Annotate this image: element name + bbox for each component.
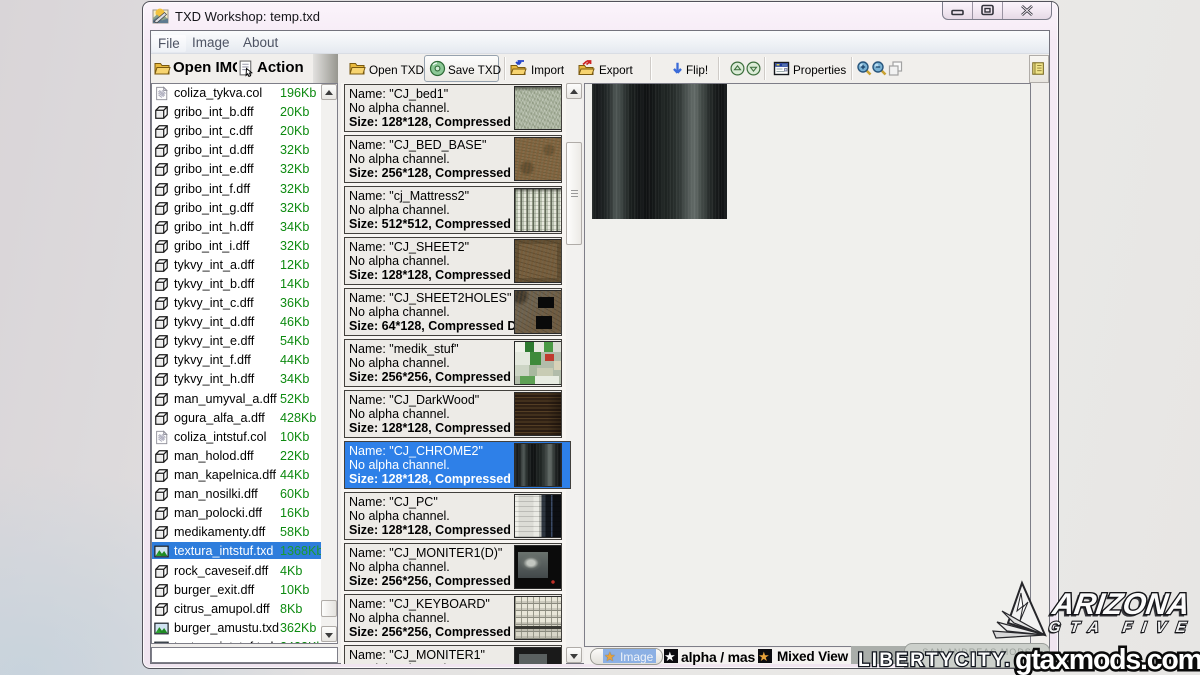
svg-text:LIBERTYCITY.: LIBERTYCITY. bbox=[858, 650, 1012, 671]
svg-text:gtaxmods.com: gtaxmods.com bbox=[1015, 644, 1200, 675]
svg-text:ARIZONA: ARIZONA bbox=[1050, 588, 1192, 621]
